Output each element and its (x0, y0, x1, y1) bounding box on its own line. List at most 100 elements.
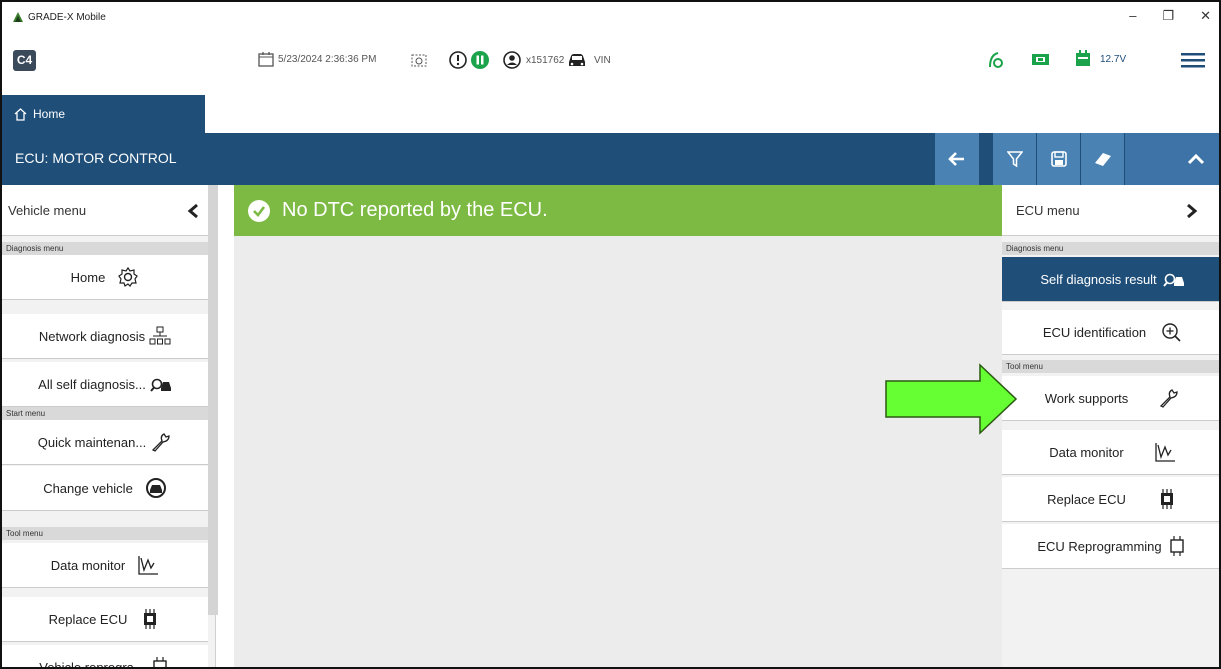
section-ecu-diagnosis-menu: Diagnosis menu (1002, 242, 1219, 255)
zoom-in-icon (1162, 323, 1181, 342)
network-icon (149, 326, 171, 345)
menu-item-label: Home (70, 269, 106, 285)
menu-item-quick-maintenance[interactable]: Quick maintenan... (2, 420, 208, 465)
minimize-button[interactable]: – (1129, 8, 1136, 24)
status-toolbar: C4 5/23/2024 2:36:36 PM x151762 VIN 12.7… (2, 47, 1219, 75)
alert-icon[interactable] (448, 50, 468, 70)
menu-item-data-monitor[interactable]: Data monitor (2, 543, 208, 588)
chip-icon (1160, 489, 1173, 509)
pause-icon[interactable] (470, 50, 490, 70)
page-title: ECU: MOTOR CONTROL (15, 150, 177, 166)
chip-icon (144, 609, 157, 629)
menu-item-ecu-replace-ecu[interactable]: Replace ECU (1002, 477, 1219, 522)
check-circle-icon (248, 199, 270, 222)
eraser-button[interactable] (1081, 133, 1125, 185)
car-swap-icon (145, 478, 166, 498)
wrench-icon (152, 433, 170, 452)
vin-text: VIN (594, 54, 611, 66)
menu-item-label: Work supports (1044, 390, 1129, 406)
chip-outline-icon (1169, 536, 1184, 556)
car-search-icon (1162, 273, 1184, 287)
back-icon (948, 152, 964, 166)
home-icon (14, 107, 27, 121)
menu-item-ecu-data-monitor[interactable]: Data monitor (1002, 430, 1219, 475)
menu-item-label: ECU Reprogramming (1037, 538, 1162, 554)
chevron-left-icon[interactable] (187, 203, 199, 219)
menu-item-label: All self diagnosis... (38, 376, 146, 392)
menu-item-work-supports[interactable]: Work supports (1002, 376, 1219, 421)
status-banner: No DTC reported by the ECU. (234, 185, 1002, 236)
app-logo-button[interactable]: C4 (13, 50, 36, 71)
section-start-menu: Start menu (2, 407, 208, 420)
menu-item-label: Network diagnosis (38, 328, 146, 344)
signal-icon[interactable] (986, 49, 1006, 71)
eraser-icon (1095, 153, 1111, 166)
chevron-right-icon[interactable] (1186, 203, 1198, 219)
app-title: GRADE-X Mobile (28, 11, 106, 23)
chip-outline-icon (153, 657, 167, 667)
user-icon (503, 51, 521, 69)
title-bar: GRADE-X Mobile – ❐ ✕ (2, 2, 1219, 32)
menu-item-ecu-identification[interactable]: ECU identification (1002, 310, 1219, 355)
green-arrow-icon (885, 363, 1018, 435)
camera-icon[interactable] (410, 51, 428, 69)
waveform-icon (1155, 443, 1175, 462)
filter-icon (1007, 151, 1023, 168)
vin-display: VIN (566, 50, 611, 70)
menu-item-label: Replace ECU (1047, 491, 1126, 507)
tab-home[interactable]: Home (2, 95, 205, 133)
menu-item-change-vehicle[interactable]: Change vehicle (2, 466, 208, 511)
menu-item-label: Quick maintenan... (37, 434, 147, 450)
voltage-text: 12.7V (1100, 53, 1127, 65)
wrench-icon (1160, 389, 1178, 408)
menu-item-all-self-diagnosis[interactable]: All self diagnosis... (2, 362, 208, 407)
menu-item-label: Vehicle reprogra... (39, 659, 145, 669)
datetime-display: 5/23/2024 2:36:36 PM (258, 51, 376, 67)
menu-item-label: Data monitor (1049, 444, 1124, 460)
section-diagnosis-menu: Diagnosis menu (2, 242, 208, 255)
app-window: GRADE-X Mobile – ❐ ✕ C4 5/23/2024 2:36:3… (0, 0, 1221, 669)
user-display: x151762 (502, 50, 564, 70)
filter-button[interactable] (993, 133, 1037, 185)
car-icon (569, 54, 585, 66)
collapse-icon (1187, 153, 1205, 165)
menu-item-ecu-reprogramming[interactable]: ECU Reprogramming (1002, 524, 1219, 569)
back-button[interactable] (935, 133, 979, 185)
menu-icon[interactable] (1180, 50, 1206, 70)
vci-display: 12.7V (1074, 49, 1126, 69)
menu-item-label: Replace ECU (48, 611, 128, 627)
ecu-header: ECU: MOTOR CONTROL (2, 133, 1219, 185)
collapse-button[interactable] (1125, 133, 1219, 185)
menu-item-label: Self diagnosis result (1040, 271, 1157, 287)
close-button[interactable]: ✕ (1200, 8, 1211, 24)
status-banner-text: No DTC reported by the ECU. (282, 199, 548, 221)
battery-icon (1032, 54, 1049, 65)
datetime-text: 5/23/2024 2:36:36 PM (278, 53, 377, 65)
user-id: x151762 (526, 54, 565, 66)
menu-item-label: Change vehicle (43, 480, 133, 496)
save-button[interactable] (1037, 133, 1081, 185)
menu-item-replace-ecu[interactable]: Replace ECU (2, 597, 208, 642)
ecu-menu-header[interactable]: ECU menu (1002, 185, 1219, 236)
maximize-button[interactable]: ❐ (1162, 8, 1174, 24)
section-ecu-tool-menu: Tool menu (1002, 360, 1219, 373)
menu-item-home[interactable]: Home (2, 255, 208, 300)
save-icon (1051, 151, 1067, 167)
vehicle-menu-scrollbar[interactable] (208, 185, 218, 615)
ecu-menu-title: ECU menu (1016, 202, 1080, 218)
waveform-icon (138, 556, 159, 575)
menu-item-self-diagnosis-result[interactable]: Self diagnosis result (1002, 257, 1219, 302)
vehicle-menu-header[interactable]: Vehicle menu (2, 185, 208, 236)
section-tool-menu: Tool menu (2, 527, 208, 540)
menu-item-label: Data monitor (50, 557, 126, 573)
menu-item-label: ECU identification (1042, 324, 1147, 340)
tab-strip: Home (2, 95, 1219, 133)
calendar-icon (258, 52, 274, 67)
app-logo-icon (13, 12, 23, 22)
vehicle-menu-title: Vehicle menu (8, 202, 87, 218)
menu-item-vehicle-reprogramming[interactable]: Vehicle reprogra... (2, 645, 208, 669)
gear-icon (118, 266, 139, 287)
vci-icon (1076, 50, 1090, 66)
car-search-icon (150, 378, 171, 392)
menu-item-network-diagnosis[interactable]: Network diagnosis (2, 314, 208, 359)
